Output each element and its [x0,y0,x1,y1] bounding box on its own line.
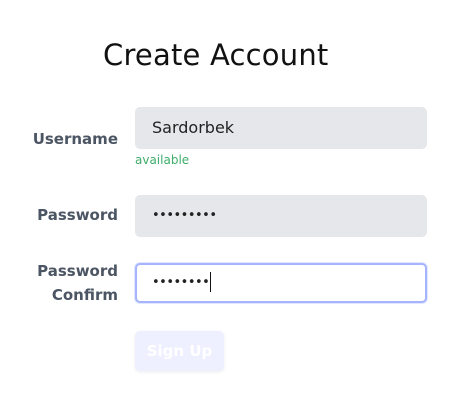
username-value: Sardorbek [152,118,235,137]
username-availability-status: available [135,153,190,167]
password-label: Password [37,206,118,224]
username-input[interactable]: Sardorbek [135,107,427,149]
page-title: Create Account [103,38,329,72]
password-confirm-label-line2: Confirm [51,286,118,304]
password-confirm-label-line1: Password [37,262,118,280]
password-confirm-masked-value: •••••••• [152,275,210,290]
username-label: Username [32,130,118,148]
text-caret [210,271,212,292]
password-confirm-input[interactable]: •••••••• [135,263,427,303]
password-masked-value: ••••••••• [152,208,217,223]
sign-up-button[interactable]: Sign Up [135,331,224,371]
password-confirm-label: Password Confirm [37,259,118,307]
password-input[interactable]: ••••••••• [135,195,427,237]
